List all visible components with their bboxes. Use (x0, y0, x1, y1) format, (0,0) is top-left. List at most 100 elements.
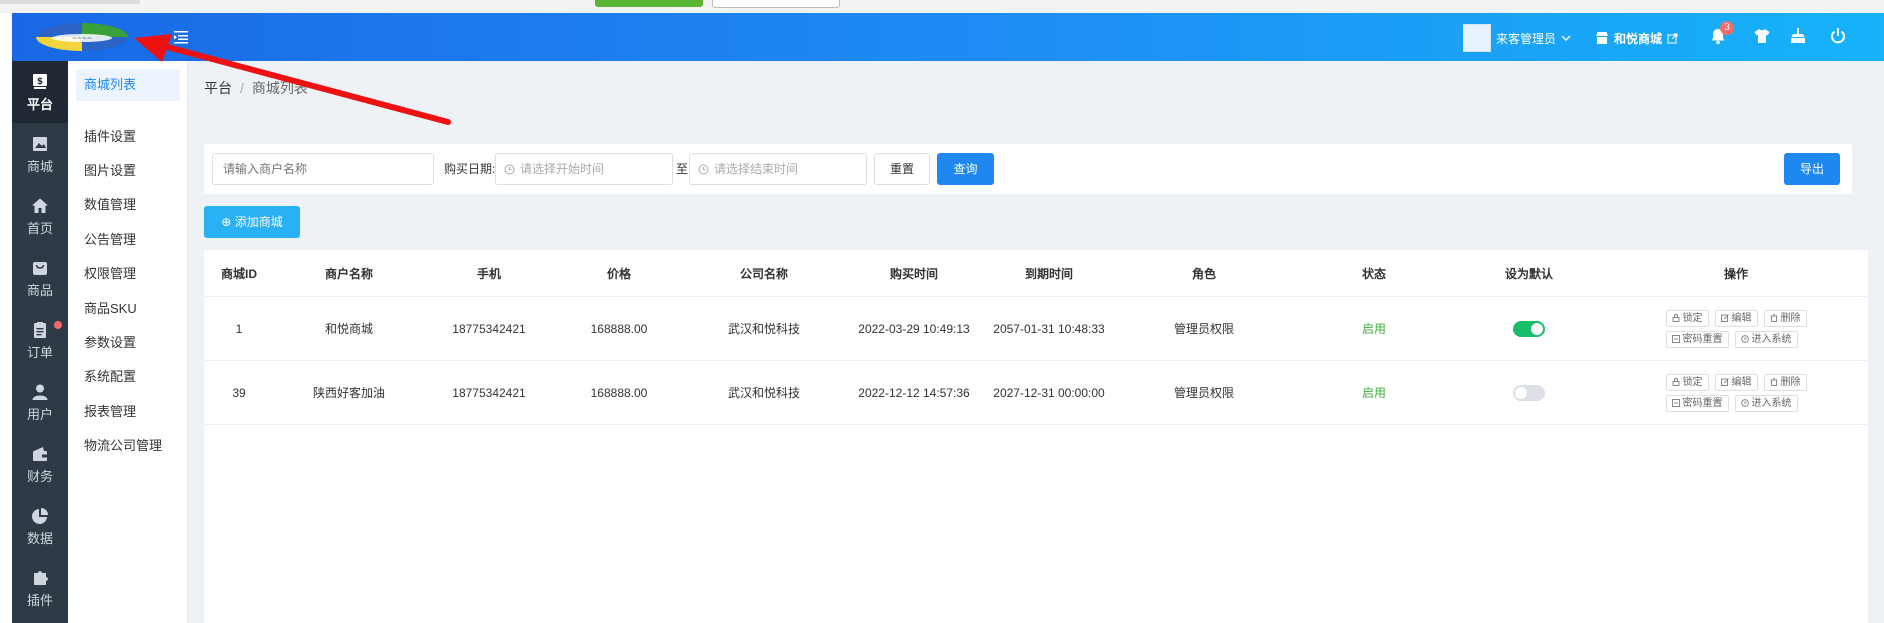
submenu-item-logistics-management[interactable]: 物流公司管理 (76, 430, 180, 462)
column-header[interactable]: 商城ID (204, 250, 274, 296)
rail-item-goods[interactable]: 商品 (12, 247, 68, 309)
lock-label: 锁定 (1682, 312, 1703, 324)
submenu-item-mall-list[interactable]: 商城列表 (76, 69, 180, 101)
column-header: 手机 (476, 266, 501, 281)
browser-green-button[interactable] (595, 0, 703, 7)
lock-button[interactable]: 锁定 (1665, 373, 1709, 391)
lock-label: 锁定 (1682, 376, 1703, 388)
cell-price: 168888.00 (590, 385, 648, 400)
user-menu[interactable]: 来客管理员 (1463, 24, 1571, 52)
cell-price: 168888.00 (590, 321, 648, 336)
edit-button[interactable]: 编辑 (1714, 309, 1758, 327)
column-header: 状态 (1361, 266, 1386, 281)
cell-company: 武汉和悦科技 (727, 322, 800, 336)
cell-operations: 锁定 编辑 删除 密码重置 进入系统 (1604, 297, 1868, 360)
submenu-item-image-settings[interactable]: 图片设置 (76, 155, 180, 187)
cell-role: 管理员权限 (1173, 386, 1234, 400)
rail-item-orders[interactable]: 订单 (12, 309, 68, 371)
trash-icon (1770, 314, 1777, 322)
default-switch[interactable] (1513, 320, 1545, 337)
cell-merchant: 和悦商城 (324, 322, 373, 336)
home-icon (32, 198, 48, 213)
operation-buttons: 锁定 编辑 删除 密码重置 进入系统 (1665, 373, 1807, 412)
reset-password-button[interactable]: 密码重置 (1665, 330, 1729, 348)
rail-item-plugins[interactable]: 插件 (12, 557, 68, 619)
user-icon (32, 384, 48, 400)
menu-collapse-icon[interactable] (172, 28, 190, 46)
logout-button[interactable] (1829, 27, 1849, 47)
end-date-placeholder: 请选择结束时间 (714, 162, 799, 176)
enter-system-button[interactable]: 进入系统 (1734, 394, 1798, 412)
brand-logo-icon[interactable]: ~~~~ (34, 21, 130, 53)
cell-status: 启用 (1361, 386, 1386, 400)
table-row: 1 和悦商城 18775342421 168888.00 武汉和悦科技 2022… (204, 297, 1868, 361)
rail-label: 财务 (26, 469, 53, 484)
delete-label: 删除 (1780, 376, 1801, 388)
purchase-date-label: 购买日期: (444, 162, 496, 176)
clear-cache-button[interactable] (1789, 27, 1809, 47)
submenu-item-value-management[interactable]: 数值管理 (76, 189, 180, 221)
cell-id: 1 (235, 321, 243, 336)
column-header: 公司名称 (739, 266, 788, 281)
submenu-item-notice-management[interactable]: 公告管理 (76, 224, 180, 256)
rail-item-mall[interactable]: 商城 (12, 123, 68, 185)
edit-label: 编辑 (1731, 376, 1752, 388)
browser-white-button[interactable] (712, 0, 840, 8)
rail-label: 用户 (26, 407, 53, 422)
column-header: 到期时间 (1024, 266, 1073, 281)
delete-button[interactable]: 删除 (1763, 373, 1807, 391)
edit-button[interactable]: 编辑 (1714, 373, 1758, 391)
reset-button[interactable]: 重置 (874, 153, 930, 185)
notification-badge: 3 (1720, 21, 1734, 35)
query-button[interactable]: 查询 (937, 153, 994, 185)
rail-item-users[interactable]: 用户 (12, 371, 68, 433)
clock-icon (504, 164, 515, 175)
edit-icon (1720, 378, 1729, 386)
rail-item-platform[interactable]: $ 平台 (12, 61, 68, 123)
delete-button[interactable]: 删除 (1763, 309, 1807, 327)
rail-item-finance[interactable]: 财务 (12, 433, 68, 495)
rail-label: 数据 (26, 531, 53, 546)
cell-role: 管理员权限 (1173, 322, 1234, 336)
clock-icon (698, 164, 709, 175)
column-header: 购买时间 (889, 266, 938, 281)
end-date-picker[interactable]: 请选择结束时间 (689, 153, 867, 185)
lock-button[interactable]: 锁定 (1665, 309, 1709, 327)
puzzle-icon (34, 571, 48, 585)
submenu-item-report-management[interactable]: 报表管理 (76, 396, 180, 428)
shop-link[interactable]: 和悦商城 (1595, 28, 1678, 48)
breadcrumb-root[interactable]: 平台 (204, 80, 232, 96)
image-icon (33, 137, 47, 151)
submenu-item-parameter-settings[interactable]: 参数设置 (76, 327, 180, 359)
plus-circle-icon: ⊕ (221, 215, 235, 229)
submenu-item-plugin-settings[interactable]: 插件设置 (76, 121, 180, 153)
cell-phone: 18775342421 (452, 321, 526, 336)
default-switch[interactable] (1513, 384, 1545, 401)
switch-knob (1515, 386, 1527, 399)
submenu-item-system-config[interactable]: 系统配置 (76, 361, 180, 393)
merchant-name-input[interactable] (212, 153, 434, 185)
rail-label: 订单 (26, 345, 53, 360)
add-mall-label: 添加商城 (234, 215, 283, 229)
avatar (1463, 24, 1491, 52)
submenu-item-goods-sku[interactable]: 商品SKU (76, 293, 180, 325)
top-header: ~~~~ 来客管理员 和悦商城 3 (12, 13, 1884, 61)
add-mall-button[interactable]: ⊕ 添加商城 (204, 206, 300, 238)
export-button[interactable]: 导出 (1784, 153, 1840, 185)
notification-bell[interactable]: 3 (1709, 21, 1734, 47)
submenu-item-permission-management[interactable]: 权限管理 (76, 258, 180, 290)
shirt-icon (1754, 29, 1770, 43)
to-label: 至 (676, 162, 689, 176)
svg-text:~~~~: ~~~~ (72, 35, 92, 42)
reset-password-button[interactable]: 密码重置 (1665, 394, 1729, 412)
enter-system-button[interactable]: 进入系统 (1734, 330, 1798, 348)
key-icon (1671, 399, 1680, 407)
rail-item-data[interactable]: 数据 (12, 495, 68, 557)
rail-label: 商品 (26, 283, 53, 298)
start-date-picker[interactable]: 请选择开始时间 (495, 153, 673, 185)
rail-label: 平台 (26, 97, 53, 112)
theme-button[interactable] (1753, 27, 1773, 47)
column-header: 角色 (1191, 266, 1216, 281)
reset-password-label: 密码重置 (1682, 397, 1723, 409)
rail-item-home[interactable]: 首页 (12, 185, 68, 247)
